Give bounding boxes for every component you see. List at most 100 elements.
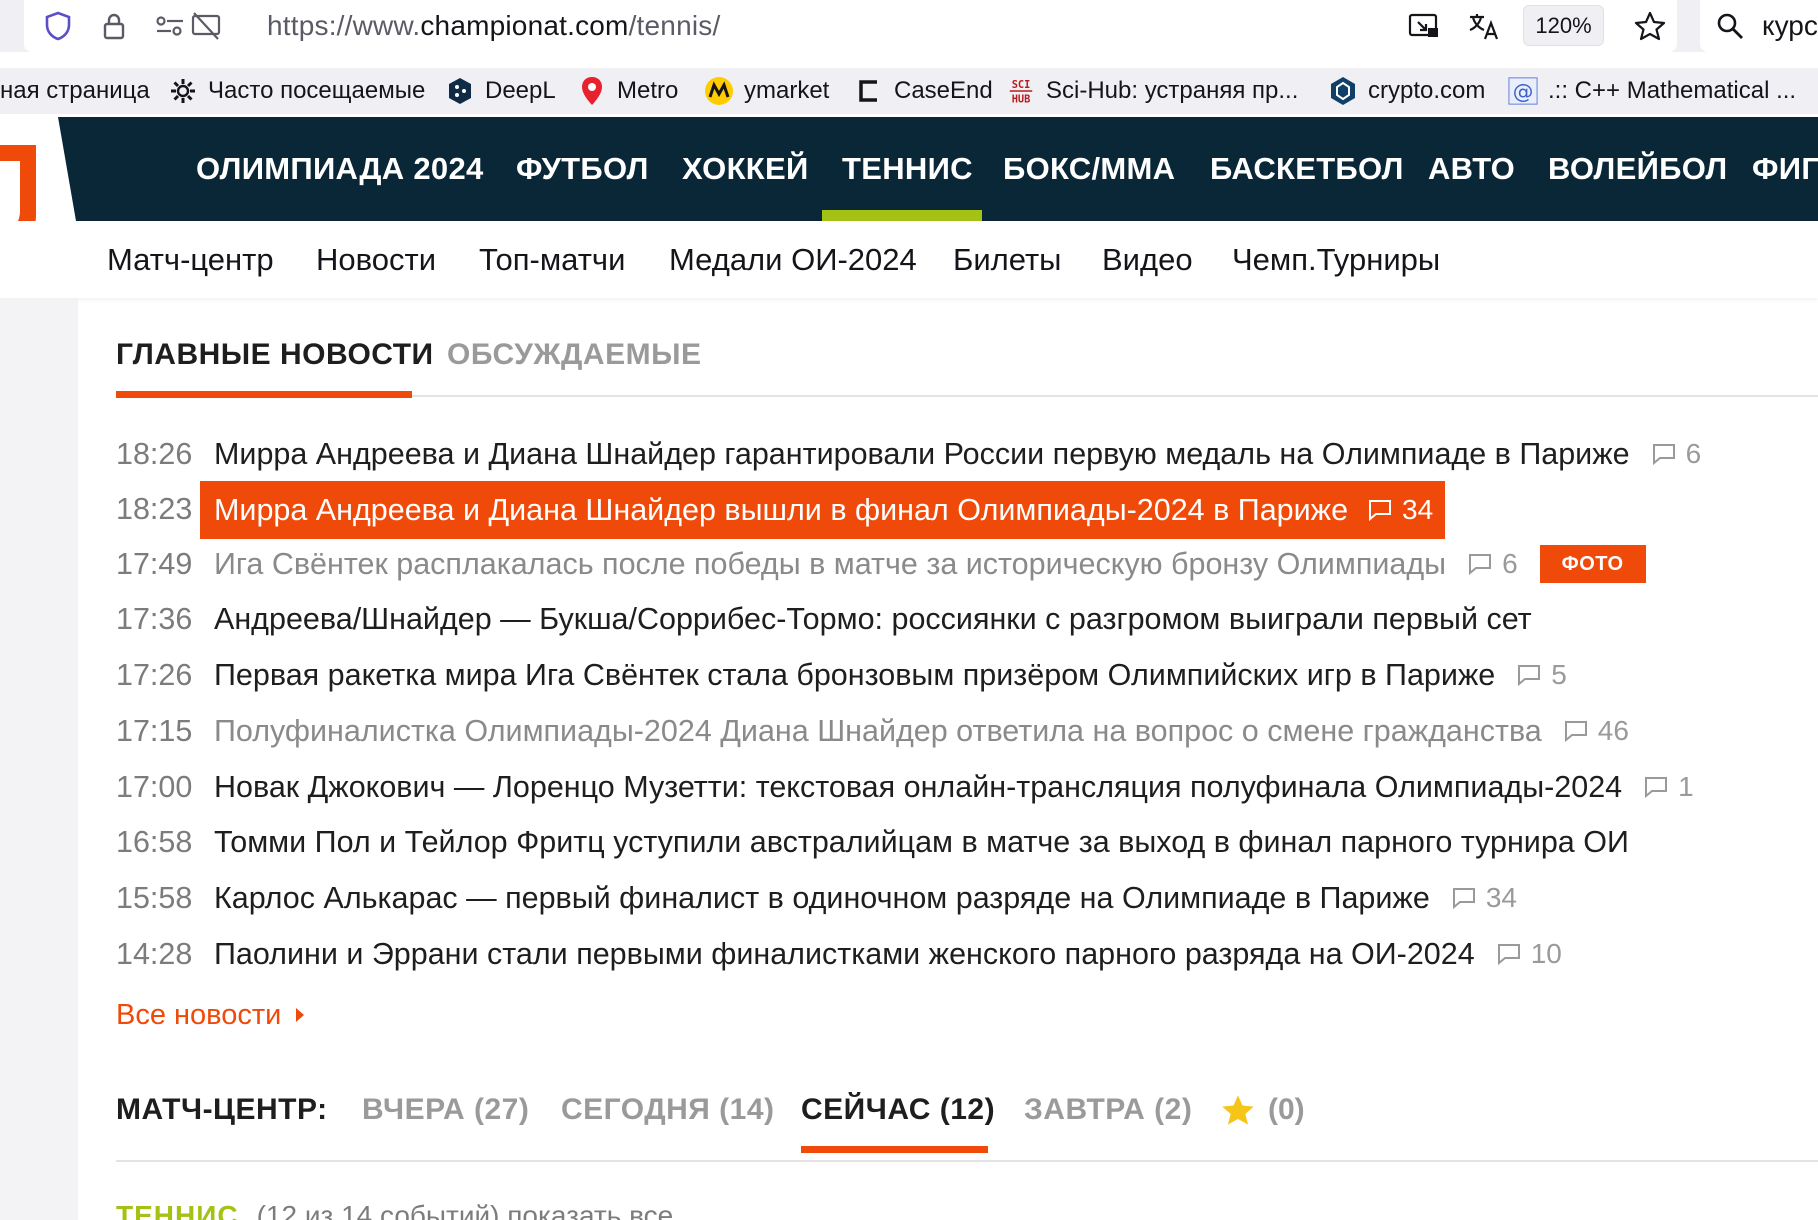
news-title[interactable]: Мирра Андреева и Диана Шнайдер вышли в ф… (214, 493, 1348, 528)
bookmark-deepl[interactable]: DeepL (445, 68, 556, 114)
search-box[interactable]: курс (1700, 0, 1818, 52)
permissions-icon[interactable] (150, 6, 190, 46)
news-title[interactable]: Полуфиналистка Олимпиады-2024 Диана Шнай… (214, 714, 1542, 749)
news-item[interactable]: 17:00 Новак Джокович — Лоренцо Музетти: … (116, 761, 1694, 813)
comments-count[interactable]: 10 (1497, 938, 1562, 970)
bookmark-label: Часто посещаемые (208, 77, 426, 104)
news-item[interactable]: 16:58 Томми Пол и Тейлор Фритц уступили … (116, 816, 1629, 868)
search-query: курс (1762, 10, 1818, 41)
news-title[interactable]: Новак Джокович — Лоренцо Музетти: тексто… (214, 770, 1622, 805)
news-item[interactable]: 17:36 Андреева/Шнайдер — Букша/Соррибес-… (116, 593, 1532, 645)
lock-icon[interactable] (94, 6, 134, 46)
bookmark-scihub[interactable]: SCI HUB Sci-Hub: устраняя пр... (1006, 68, 1298, 114)
tab-yesterday[interactable]: ВЧЕРА (27) (362, 1085, 529, 1135)
svg-text:SCI: SCI (1012, 79, 1031, 91)
bookmark-crypto[interactable]: crypto.com (1328, 68, 1485, 114)
tab-favorites[interactable]: (0) (1220, 1085, 1305, 1135)
nav-basketball[interactable]: БАСКЕТБОЛ (1210, 117, 1404, 221)
bookmark-home[interactable]: ная страница (0, 68, 150, 114)
nav-auto[interactable]: АВТО (1428, 117, 1515, 221)
nav-tennis[interactable]: ТЕННИС (842, 117, 973, 221)
comments-number: 46 (1597, 715, 1629, 746)
comment-icon (1652, 444, 1675, 465)
news-title[interactable]: Мирра Андреева и Диана Шнайдер гарантиро… (214, 437, 1630, 472)
news-item[interactable]: 15:58 Карлос Алькарас — первый финалист … (116, 872, 1517, 924)
news-item[interactable]: 14:28 Паолини и Эррани стали первыми фин… (116, 928, 1562, 980)
nav-football[interactable]: ФУТБОЛ (516, 117, 649, 221)
news-title[interactable]: Паолини и Эррани стали первыми финалистк… (214, 937, 1475, 972)
news-highlight-box[interactable]: Мирра Андреева и Диана Шнайдер вышли в ф… (200, 481, 1446, 539)
tab-now[interactable]: СЕЙЧАС (12) (801, 1085, 995, 1135)
bookmark-caseend[interactable]: CaseEnd (854, 68, 993, 114)
news-time: 14:28 (116, 936, 193, 971)
url-text[interactable]: https://www.championat.com/tennis/ (267, 6, 720, 46)
news-title[interactable]: Томми Пол и Тейлор Фритц уступили австра… (214, 825, 1629, 860)
translate-icon[interactable] (1464, 6, 1504, 46)
nav-volleyball[interactable]: ВОЛЕЙБОЛ (1548, 117, 1727, 221)
comments-count[interactable]: 34 (1452, 882, 1517, 914)
tab-today[interactable]: СЕГОДНЯ (14) (561, 1085, 775, 1135)
tab-tomorrow[interactable]: ЗАВТРА (2) (1024, 1085, 1192, 1135)
nav-olympics[interactable]: ОЛИМПИАДА 2024 (196, 117, 484, 221)
subnav-match-center[interactable]: Матч-центр (107, 221, 274, 298)
comments-number: 1 (1678, 771, 1694, 802)
nav-figure-skating[interactable]: ФИГ (1752, 117, 1818, 221)
shield-icon[interactable] (38, 6, 78, 46)
subnav-news[interactable]: Новости (316, 221, 436, 298)
bookmark-label: Sci-Hub: устраняя пр... (1046, 77, 1299, 104)
url-prefix: https://www. (267, 10, 421, 41)
news-time: 17:26 (116, 657, 193, 692)
bookmark-cpp-math[interactable]: @ .:: C++ Mathematical ... (1508, 68, 1796, 114)
subnav-top-matches[interactable]: Топ-матчи (479, 221, 625, 298)
comment-icon (1645, 777, 1668, 798)
news-time: 17:49 (116, 546, 193, 581)
news-item[interactable]: 17:49 Ига Свёнтек расплакалась после поб… (116, 538, 1646, 590)
subnav-tournaments[interactable]: Чемп.Турниры (1232, 221, 1440, 298)
comments-count[interactable]: 1 (1644, 771, 1694, 803)
tab-active-indicator (116, 391, 412, 398)
subnav-video[interactable]: Видео (1102, 221, 1193, 298)
search-icon (1710, 6, 1750, 46)
news-title[interactable]: Андреева/Шнайдер — Букша/Соррибес-Тормо:… (214, 602, 1532, 637)
comment-icon (1369, 500, 1392, 521)
tab-discussed[interactable]: ОБСУЖДАЕМЫЕ (447, 330, 701, 380)
nav-boxing-mma[interactable]: БОКС/ММА (1003, 117, 1175, 221)
photo-badge: ФОТО (1539, 545, 1646, 583)
comments-count[interactable]: 6 (1468, 548, 1518, 580)
sport-section-header[interactable]: ТЕННИС (12 из 14 событий) показать все (116, 1196, 673, 1220)
subnav-tickets[interactable]: Билеты (953, 221, 1061, 298)
tab-main-news[interactable]: ГЛАВНЫЕ НОВОСТИ (116, 330, 434, 380)
sport-name: ТЕННИС (116, 1200, 239, 1220)
crypto-icon (1328, 76, 1358, 106)
news-title[interactable]: Ига Свёнтек расплакалась после победы в … (214, 547, 1446, 582)
comments-count[interactable]: 34 (1368, 494, 1433, 526)
comments-count[interactable]: 5 (1517, 659, 1567, 691)
url-bar[interactable]: https://www.championat.com/tennis/ (24, 0, 1677, 52)
bookmark-most-visited[interactable]: Часто посещаемые (168, 68, 425, 114)
comments-number: 34 (1485, 882, 1517, 913)
subnav-medals[interactable]: Медали ОИ-2024 (669, 221, 917, 298)
news-title[interactable]: Первая ракетка мира Ига Свёнтек стала бр… (214, 658, 1495, 693)
bookmarks-bar: ная страница Часто посещаемые DeepL Metr… (0, 68, 1818, 114)
bookmark-label: DeepL (485, 77, 556, 104)
news-title[interactable]: Карлос Алькарас — первый финалист в один… (214, 881, 1430, 916)
comment-icon (1497, 944, 1520, 965)
picture-in-picture-icon[interactable] (1404, 6, 1444, 46)
screen-share-off-icon[interactable] (186, 6, 226, 46)
bookmark-ymarket[interactable]: ymarket (704, 68, 829, 114)
comments-count[interactable]: 6 (1652, 438, 1701, 470)
nav-hockey[interactable]: ХОККЕЙ (682, 117, 809, 221)
news-item[interactable]: 17:26 Первая ракетка мира Ига Свёнтек ст… (116, 649, 1567, 701)
sport-events-count[interactable]: (12 из 14 событий) показать все (257, 1200, 674, 1220)
comments-count[interactable]: 46 (1564, 715, 1629, 747)
all-news-label: Все новости (116, 999, 282, 1031)
ymarket-icon (704, 76, 734, 106)
zoom-level[interactable]: 120% (1523, 5, 1604, 46)
news-item[interactable]: 17:15 Полуфиналистка Олимпиады-2024 Диан… (116, 705, 1629, 757)
favorite-star-icon (1222, 1095, 1254, 1125)
all-news-link[interactable]: Все новости (116, 990, 305, 1040)
bookmark-metro[interactable]: Metro (577, 68, 678, 114)
svg-text:HUB: HUB (1012, 93, 1031, 105)
news-item[interactable]: 18:26 Мирра Андреева и Диана Шнайдер гар… (116, 428, 1701, 480)
star-icon[interactable] (1630, 6, 1670, 46)
